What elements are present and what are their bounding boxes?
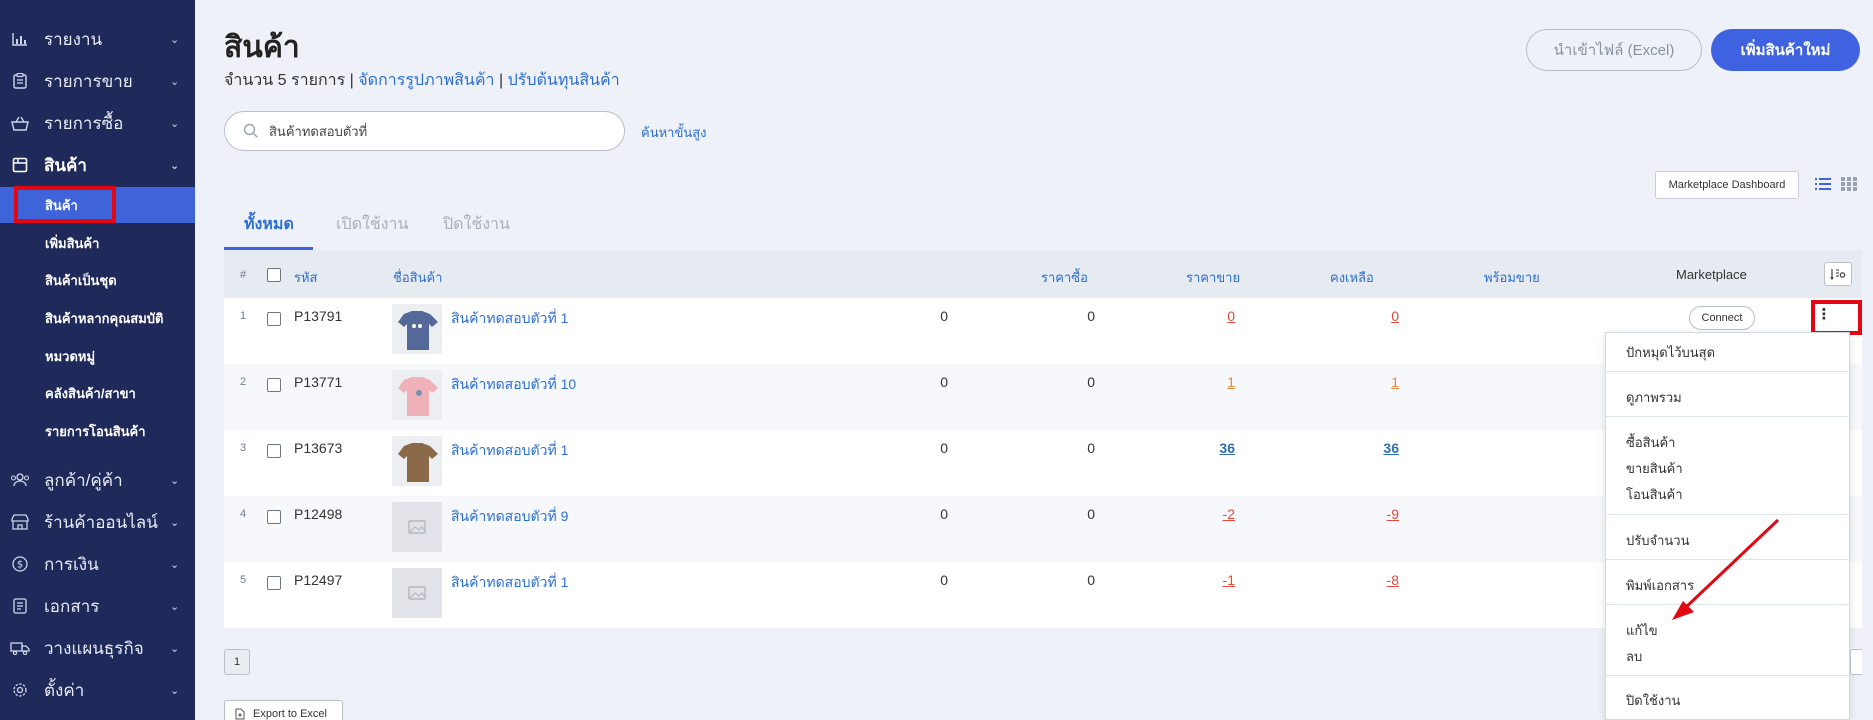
file-icon: [235, 708, 245, 720]
page-button[interactable]: 1: [224, 649, 250, 675]
annotation-arrow: [1672, 518, 1780, 620]
page-size-select[interactable]: [1850, 649, 1862, 675]
export-label: Export to Excel: [253, 708, 327, 720]
export-excel-button[interactable]: Export to Excel: [224, 700, 343, 720]
